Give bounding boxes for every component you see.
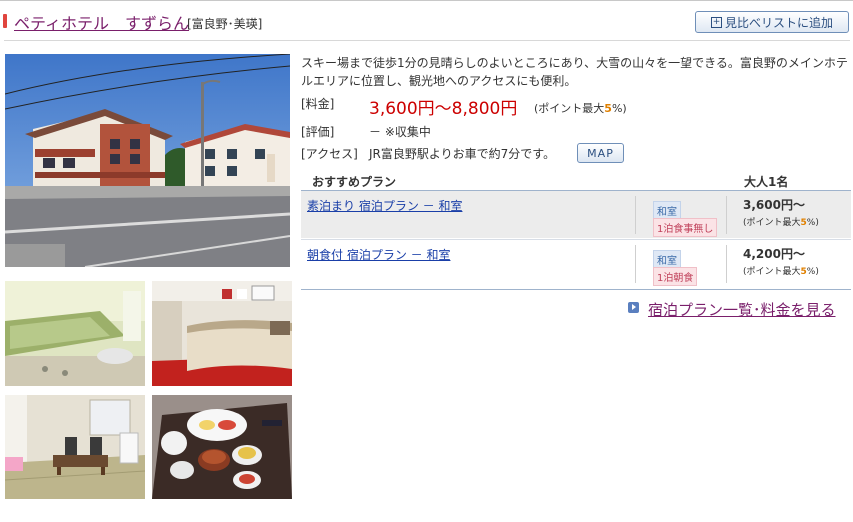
plan-price: 4,200円～: [743, 247, 805, 261]
meal-type-badge: 1泊食事無し: [653, 218, 718, 237]
compare-button-label: 見比べリストに追加: [724, 15, 833, 30]
price-range: 3,600円～8,800円: [369, 99, 518, 119]
price-points: (ポイント最大5%): [534, 102, 627, 115]
price-label: [料金]: [301, 97, 335, 111]
add-to-compare-button[interactable]: + 見比べリストに追加: [695, 11, 849, 33]
lobby-photo[interactable]: [152, 281, 292, 386]
plan-points: (ポイント最大5%): [743, 267, 819, 277]
header-divider: [4, 40, 850, 41]
column-divider: [635, 245, 636, 283]
table-row: 朝食付 宿泊プラン － 和室 和室 1泊朝食 4,200円～ (ポイント最大5%…: [301, 240, 851, 288]
meal-type-badge: 1泊朝食: [653, 267, 698, 286]
japanese-room-photo[interactable]: [5, 395, 145, 499]
hotel-name-link[interactable]: ペティホテル すずらん: [14, 10, 189, 34]
all-plans-link[interactable]: 宿泊プラン一覧･料金を見る: [648, 299, 836, 320]
column-divider: [635, 196, 636, 234]
column-divider: [726, 245, 727, 283]
plus-square-icon: +: [710, 16, 722, 28]
plan-points: (ポイント最大5%): [743, 218, 819, 228]
meal-photo[interactable]: [152, 395, 292, 499]
plans-header-plan: おすすめプラン: [312, 175, 397, 189]
plan-price: 3,600円～: [743, 198, 805, 212]
hotel-description: スキー場まで徒歩1分の見晴らしのよいところにあり、大雪の山々を一望できる。富良野…: [301, 56, 848, 88]
top-border: [0, 0, 853, 1]
access-label: [アクセス]: [301, 147, 358, 161]
table-row: 素泊まり 宿泊プラン － 和室 和室 1泊食事無し 3,600円～ (ポイント最…: [301, 191, 851, 238]
rating-label: [評価]: [301, 125, 335, 139]
area-label: [富良野･美瑛]: [187, 17, 263, 31]
access-value: JR富良野駅よりお車で約7分です。: [369, 147, 556, 161]
plan-name-link[interactable]: 朝食付 宿泊プラン － 和室: [307, 246, 450, 263]
map-button[interactable]: MAP: [577, 143, 624, 163]
plans-header-price: 大人1名: [744, 175, 789, 189]
plan-name-link[interactable]: 素泊まり 宿泊プラン － 和室: [307, 197, 462, 214]
column-divider: [726, 196, 727, 234]
plans-bottom-divider: [301, 289, 851, 290]
hotel-exterior-photo[interactable]: [5, 54, 290, 267]
bath-photo[interactable]: [5, 281, 145, 386]
rating-value: － ※収集中: [369, 125, 431, 139]
title-marker: [3, 14, 7, 28]
arrow-right-icon: [628, 302, 639, 313]
